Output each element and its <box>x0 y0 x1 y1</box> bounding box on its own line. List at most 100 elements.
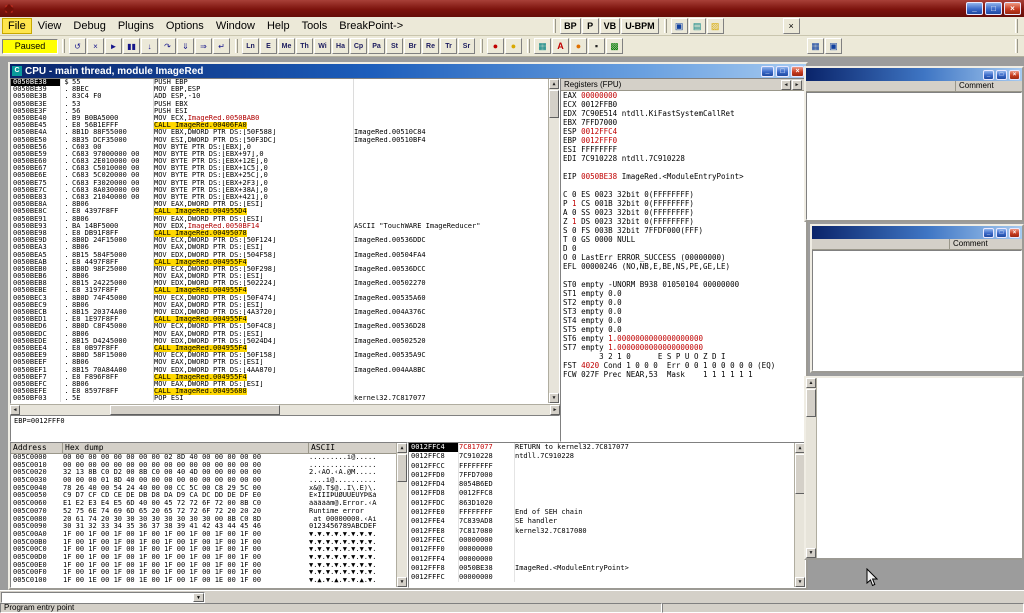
disasm-row[interactable]: 0050BEE4.E8 0B97F8FFCALL ImageRed.004955… <box>11 345 548 352</box>
close-toolbar-icon[interactable]: × <box>783 18 800 34</box>
pause-icon[interactable]: ▮▮ <box>123 38 140 54</box>
toolbar-grip[interactable] <box>480 39 483 53</box>
cpu-maximize-icon[interactable]: □ <box>776 66 789 77</box>
scroll-down-icon[interactable]: ▼ <box>397 577 407 587</box>
window-table-button[interactable]: Ln <box>242 38 259 54</box>
disasm-row[interactable]: 0050BE67.C683 C5010000 00MOV BYTE PTR DS… <box>11 165 548 172</box>
register-row[interactable]: ESI FFFFFFFF <box>563 145 805 154</box>
register-row[interactable]: C 0 ES 0023 32bit 0(FFFFFFFF) <box>563 190 805 199</box>
register-row[interactable]: ST2 empty 0.0 <box>563 298 805 307</box>
register-row[interactable]: ST4 empty 0.0 <box>563 316 805 325</box>
windows-icon[interactable]: ▣ <box>671 18 688 34</box>
scroll-left-icon[interactable]: ◄ <box>10 405 20 415</box>
stack-row[interactable]: 0012FFF80050BE38ImageRed.<ModuleEntryPoi… <box>409 564 794 573</box>
toolbar-grip[interactable] <box>1015 39 1018 53</box>
disasm-row[interactable]: 0050BE4A.8B1D 88F55000MOV EBX,DWORD PTR … <box>11 129 548 136</box>
side-window-3-vscrollbar[interactable]: ▲ ▼ <box>806 378 817 558</box>
disasm-row[interactable]: 0050BF03.5EPOP ESIkernel32.7C817077 <box>11 395 548 402</box>
disasm-row[interactable]: 0050BE3F.56PUSH ESI <box>11 108 548 115</box>
window-table-button[interactable]: E <box>260 38 277 54</box>
modules-icon[interactable]: ▤ <box>689 18 706 34</box>
dump-col-ascii[interactable]: ASCII <box>309 443 407 453</box>
scroll-thumb[interactable] <box>397 454 407 482</box>
breakpoint-toolbar-button[interactable]: BP <box>560 18 581 34</box>
scroll-up-icon[interactable]: ▲ <box>549 79 559 89</box>
stack-pane[interactable]: 0012FFC47C817077RETURN to kernel32.7C817… <box>408 442 806 588</box>
comment-column-header[interactable]: Comment <box>950 239 1022 249</box>
disasm-row[interactable]: 0050BE75.C683 F3020000 00MOV BYTE PTR DS… <box>11 180 548 187</box>
disasm-row[interactable]: 0050BEB0.8B0D 98F25000MOV ECX,DWORD PTR … <box>11 266 548 273</box>
maximize-icon[interactable]: □ <box>996 70 1007 80</box>
folder-icon[interactable]: ▨ <box>707 18 724 34</box>
disasm-row[interactable]: 0050BEF1.8B15 70A84A00MOV EDX,DWORD PTR … <box>11 367 548 374</box>
window-table-button[interactable]: Me <box>278 38 295 54</box>
disasm-row[interactable]: 0050BEB8.8B15 24225000MOV EDX,DWORD PTR … <box>11 280 548 287</box>
register-row[interactable]: EAX 00000000 <box>563 91 805 100</box>
command-combobox[interactable]: ▼ <box>1 592 205 603</box>
disasm-row[interactable]: 0050BE38$55PUSH EBP <box>11 79 548 86</box>
disasm-row[interactable]: 0050BE93.BA 14BF5000MOV EDX,ImageRed.005… <box>11 223 548 230</box>
dump-row[interactable]: 005C002032 13 8B C0 D2 00 8B C0 00 40 4D… <box>11 469 396 477</box>
register-row[interactable] <box>563 271 805 280</box>
disasm-row[interactable]: 0050BE6E.C683 5C020000 00MOV BYTE PTR DS… <box>11 172 548 179</box>
disasm-row[interactable]: 0050BED6.8B0D C8F45000MOV ECX,DWORD PTR … <box>11 323 548 330</box>
disasm-row[interactable]: 0050BE3E.53PUSH EBX <box>11 101 548 108</box>
registers-prev-icon[interactable]: ◄ <box>781 80 791 90</box>
maximize-icon[interactable]: □ <box>985 2 1002 15</box>
stack-row[interactable]: 0012FFFC00000000 <box>409 573 794 582</box>
window-table-button[interactable]: Wi <box>314 38 331 54</box>
menu-debug[interactable]: Debug <box>67 18 111 34</box>
menu-window[interactable]: Window <box>210 18 261 34</box>
animate-over-icon[interactable]: ⇒ <box>195 38 212 54</box>
disasm-row[interactable]: 0050BE8C.E8 4397F8FFCALL ImageRed.004955… <box>11 208 548 215</box>
scroll-down-icon[interactable]: ▼ <box>806 548 816 558</box>
register-row[interactable]: O 0 LastErr ERROR_SUCCESS (00000000) <box>563 253 805 262</box>
close-icon[interactable]: × <box>1009 70 1020 80</box>
menu-plugins[interactable]: Plugins <box>112 18 160 34</box>
dump-pane[interactable]: AddressHex dumpASCII 005C000000 00 00 00… <box>10 442 408 588</box>
disasm-row[interactable]: 0050BEA5.8B15 584F5000MOV EDX,DWORD PTR … <box>11 252 548 259</box>
register-row[interactable]: EBP 0012FFF0 <box>563 136 805 145</box>
disasm-row[interactable]: 0050BE83.C683 21040000 00MOV BYTE PTR DS… <box>11 194 548 201</box>
register-row[interactable]: Z 1 DS 0023 32bit 0(FFFFFFFF) <box>563 217 805 226</box>
stack-row[interactable]: 0012FFEC00000000 <box>409 536 794 545</box>
disasm-row[interactable]: 0050BE45.E8 56B1EFFFCALL ImageRed.00406F… <box>11 122 548 129</box>
stack-row[interactable]: 0012FFCCFFFFFFFF <box>409 462 794 471</box>
info-pane[interactable]: EBP=0012FFF0 <box>10 415 560 442</box>
dump-row[interactable]: 005C009030 31 32 33 34 35 36 37 38 39 41… <box>11 523 396 531</box>
disasm-row[interactable]: 0050BED1.E8 1E97F8FFCALL ImageRed.004955… <box>11 316 548 323</box>
stack-row[interactable]: 0012FFC47C817077RETURN to kernel32.7C817… <box>409 443 794 452</box>
stack-row[interactable]: 0012FFD07FFD7000 <box>409 471 794 480</box>
dump-row[interactable]: 005C008020 61 74 20 30 30 30 30 30 30 30… <box>11 516 396 524</box>
dump-row[interactable]: 005C004078 26 40 00 54 24 40 00 00 CC 5C… <box>11 485 396 493</box>
side-window-1-titlebar[interactable]: _ □ × <box>806 68 1022 81</box>
menu-options[interactable]: Options <box>160 18 210 34</box>
dump-row[interactable]: 005C001000 00 00 00 00 00 00 00 00 00 00… <box>11 462 396 470</box>
disasm-row[interactable]: 0050BE39.8BECMOV EBP,ESP <box>11 86 548 93</box>
step-over-icon[interactable]: ↷ <box>159 38 176 54</box>
window-table-button[interactable]: Pa <box>368 38 385 54</box>
register-row[interactable]: FCW 027F Prec NEAR,53 Mask 1 1 1 1 1 1 <box>563 370 805 379</box>
register-row[interactable]: ST5 empty 0.0 <box>563 325 805 334</box>
side-window-3[interactable]: ▲ ▼ <box>804 376 1024 560</box>
scroll-down-icon[interactable]: ▼ <box>549 393 559 403</box>
stack-row[interactable]: 0012FFD80012FFC8 <box>409 489 794 498</box>
disasm-row[interactable]: 0050BEF7.E8 F896F8FFCALL ImageRed.004955… <box>11 374 548 381</box>
window-table-button[interactable]: Th <box>296 38 313 54</box>
dump-row[interactable]: 005C0060E1 E2 E3 E4 E5 6D 40 00 45 72 72… <box>11 500 396 508</box>
toolbar-grip[interactable] <box>527 39 530 53</box>
register-row[interactable]: P 1 CS 001B 32bit 0(FFFFFFFF) <box>563 199 805 208</box>
disasm-row[interactable]: 0050BE60.C683 2E010000 00MOV BYTE PTR DS… <box>11 158 548 165</box>
dump-row[interactable]: 005C00A01F 00 1F 00 1F 00 1F 00 1F 00 1F… <box>11 531 396 539</box>
stack-row[interactable]: 0012FFE0FFFFFFFFEnd of SEH chain <box>409 508 794 517</box>
register-row[interactable]: EFL 00000246 (NO,NB,E,BE,NS,PE,GE,LE) <box>563 262 805 271</box>
menu-view[interactable]: View <box>32 18 68 34</box>
window-table-button[interactable]: St <box>386 38 403 54</box>
register-row[interactable]: EIP 0050BE38 ImageRed.<ModuleEntryPoint> <box>563 172 805 181</box>
minimize-icon[interactable]: _ <box>983 70 994 80</box>
animate-into-icon[interactable]: ⇓ <box>177 38 194 54</box>
dump-col-hex[interactable]: Hex dump <box>63 443 309 453</box>
toolbar-grip[interactable] <box>553 19 556 33</box>
minimize-icon[interactable]: _ <box>983 228 994 238</box>
toolbar-grip[interactable] <box>235 39 238 53</box>
